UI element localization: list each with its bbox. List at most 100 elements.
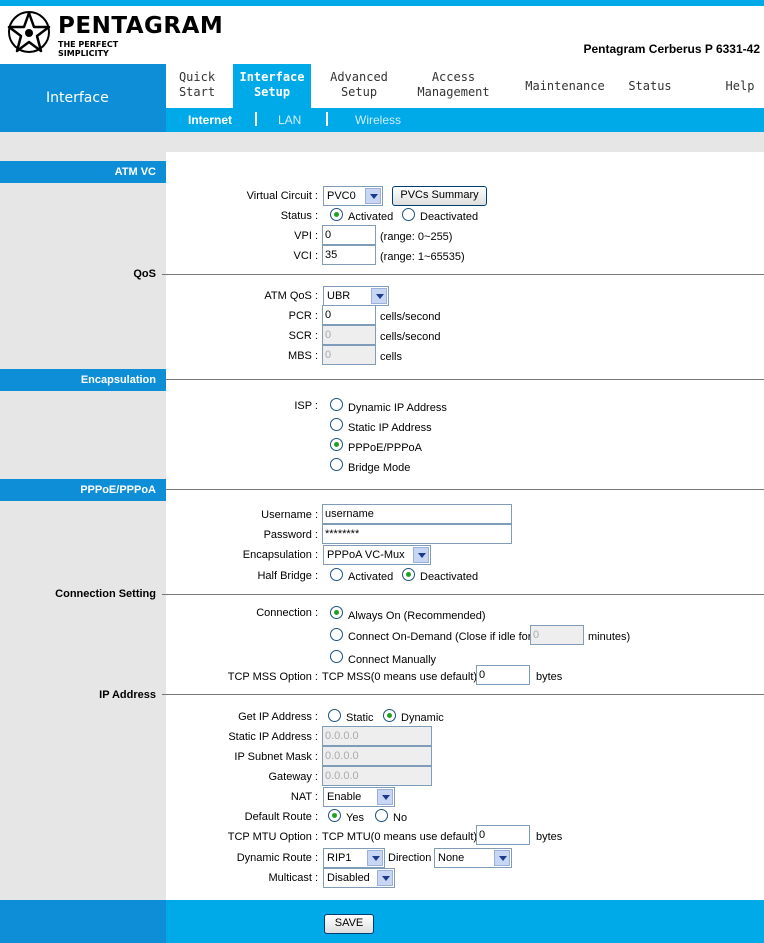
multicast-value: Disabled: [327, 872, 370, 884]
vpi-label: VPI :: [294, 230, 318, 242]
isp-pppoe-radio[interactable]: [330, 438, 343, 451]
pcr-label: PCR :: [288, 310, 318, 322]
get-ip-static-text: Static: [346, 712, 374, 724]
get-ip-dynamic-radio[interactable]: [383, 709, 396, 722]
section-pppoe: PPPoE/PPPoA: [0, 479, 166, 501]
brand-logo: PENTAGRAM THE PERFECT SIMPLICITY: [6, 10, 223, 58]
direction-select[interactable]: None: [434, 848, 512, 868]
tcp-mtu-input[interactable]: [476, 825, 530, 845]
save-button[interactable]: SAVE: [324, 914, 374, 934]
static-ip-label: Static IP Address :: [228, 731, 318, 743]
section-connection-setting: Connection Setting: [55, 588, 156, 600]
chevron-down-icon: [371, 288, 387, 304]
pppoe-divider: [166, 489, 764, 490]
dynamic-route-select[interactable]: RIP1: [323, 848, 385, 868]
always-on-radio[interactable]: [330, 606, 343, 619]
mbs-unit: cells: [380, 351, 403, 363]
chevron-down-icon: [494, 850, 510, 866]
on-demand-radio[interactable]: [330, 628, 343, 641]
multicast-label: Multicast :: [268, 872, 318, 884]
subnet-mask-label: IP Subnet Mask :: [234, 751, 318, 763]
status-label: Status :: [280, 210, 318, 222]
gateway-input[interactable]: [322, 766, 432, 786]
logo-tagline: THE PERFECT SIMPLICITY: [58, 40, 119, 58]
nav-section-text: Interface: [46, 90, 109, 106]
subtab-separator: [326, 112, 328, 126]
direction-value: None: [438, 852, 465, 864]
nav-interface-setup[interactable]: Interface Setup: [233, 64, 311, 108]
get-ip-static-radio[interactable]: [328, 709, 341, 722]
isp-dynamic-text: Dynamic IP Address: [348, 402, 447, 414]
section-qos: QoS: [133, 268, 156, 280]
section-ip-address: IP Address: [99, 689, 156, 701]
isp-static-radio[interactable]: [330, 418, 343, 431]
default-route-yes-radio[interactable]: [328, 809, 341, 822]
encapsulation-mode-value: PPPoA VC-Mux: [327, 549, 405, 561]
scr-unit: cells/second: [380, 331, 441, 343]
encapsulation-mode-select[interactable]: PPPoA VC-Mux: [323, 545, 431, 565]
subtab-lan[interactable]: LAN: [278, 113, 301, 127]
pcr-input[interactable]: [322, 305, 376, 325]
nat-value: Enable: [327, 791, 362, 803]
main-nav: Interface Quick Start Interface Setup Ad…: [0, 64, 764, 132]
half-bridge-deactivated-radio[interactable]: [402, 568, 415, 581]
subtab-internet[interactable]: Internet: [188, 113, 232, 127]
multicast-select[interactable]: Disabled: [323, 868, 395, 888]
idle-minutes-input[interactable]: [530, 625, 584, 645]
virtual-circuit-select[interactable]: PVC0: [323, 186, 383, 206]
nat-select[interactable]: Enable: [323, 787, 395, 807]
qos-divider: [162, 274, 764, 275]
pvcs-summary-button[interactable]: PVCs Summary: [392, 186, 487, 206]
get-ip-dynamic-text: Dynamic: [401, 712, 444, 724]
encapsulation-divider: [166, 379, 764, 380]
always-on-text: Always On (Recommended): [348, 610, 486, 622]
half-bridge-activated-radio[interactable]: [330, 568, 343, 581]
connection-label: Connection :: [256, 607, 318, 619]
section-atm-vc: ATM VC: [0, 161, 166, 183]
nav-access-management[interactable]: Access Management: [406, 70, 501, 108]
gateway-label: Gateway :: [268, 771, 318, 783]
atm-qos-select[interactable]: UBR: [323, 286, 389, 306]
logo-text: PENTAGRAM: [58, 13, 224, 39]
nat-label: NAT :: [290, 791, 318, 803]
tcp-mss-label: TCP MSS Option :: [227, 671, 318, 683]
vci-input[interactable]: [322, 245, 376, 265]
on-demand-text: Connect On-Demand (Close if idle for: [348, 631, 532, 643]
atm-qos-value: UBR: [327, 290, 351, 302]
status-deactivated-radio[interactable]: [402, 208, 415, 221]
half-bridge-activated-text: Activated: [348, 571, 394, 583]
pcr-unit: cells/second: [380, 311, 441, 323]
pentagram-star-icon: [7, 11, 51, 53]
manual-radio[interactable]: [330, 650, 343, 663]
default-route-no-radio[interactable]: [375, 809, 388, 822]
subnet-mask-input[interactable]: [322, 746, 432, 766]
username-input[interactable]: [322, 504, 512, 524]
password-input[interactable]: [322, 524, 512, 544]
nav-advanced-setup[interactable]: Advanced Setup: [320, 70, 398, 108]
mbs-label: MBS :: [288, 350, 318, 362]
default-route-yes-text: Yes: [346, 812, 364, 824]
subtab-wireless[interactable]: Wireless: [355, 113, 401, 127]
nav-quick-start[interactable]: Quick Start: [172, 70, 222, 108]
vci-label: VCI :: [293, 250, 318, 262]
isp-bridge-text: Bridge Mode: [348, 462, 411, 474]
tcp-mss-input[interactable]: [476, 665, 530, 685]
isp-dynamic-radio[interactable]: [330, 398, 343, 411]
footer-left: [0, 900, 166, 943]
scr-input[interactable]: [322, 325, 376, 345]
dynamic-route-value: RIP1: [327, 852, 352, 864]
isp-static-text: Static IP Address: [348, 422, 432, 434]
status-activated-text: Activated: [348, 211, 394, 223]
vpi-range: (range: 0~255): [380, 231, 453, 243]
mbs-input[interactable]: [322, 345, 376, 365]
isp-bridge-radio[interactable]: [330, 458, 343, 471]
vpi-input[interactable]: [322, 225, 376, 245]
static-ip-input[interactable]: [322, 726, 432, 746]
virtual-circuit-value: PVC0: [327, 190, 356, 202]
scr-label: SCR :: [288, 330, 318, 342]
subtab-bar: Internet LAN Wireless: [166, 108, 764, 132]
status-activated-radio[interactable]: [330, 208, 343, 221]
header: PENTAGRAM THE PERFECT SIMPLICITY Pentagr…: [0, 6, 764, 64]
vci-range: (range: 1~65535): [380, 251, 465, 263]
chevron-down-icon: [377, 870, 393, 886]
